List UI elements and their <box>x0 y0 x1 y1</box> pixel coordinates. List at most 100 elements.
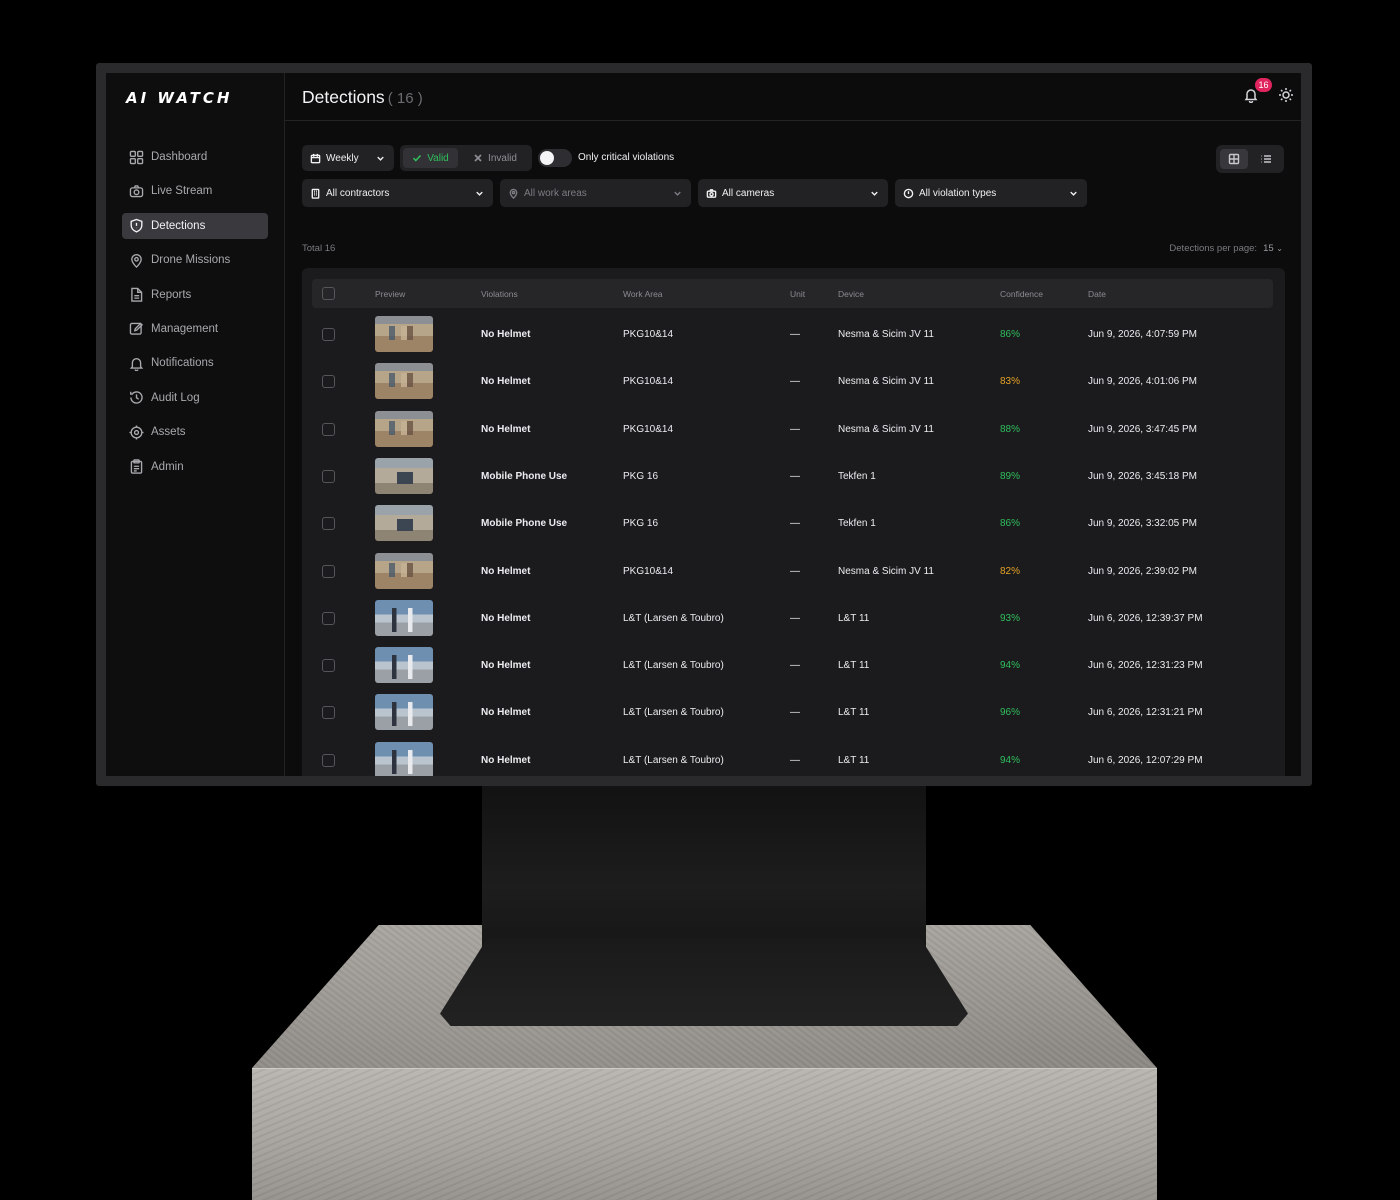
work-area-cell: L&T (Larsen & Toubro) <box>623 660 724 672</box>
detection-preview-thumbnail[interactable] <box>375 457 433 494</box>
chevron-down-icon <box>871 191 878 196</box>
confidence-cell: 93% <box>1000 612 1021 624</box>
unit-cell: — <box>790 423 800 435</box>
table-row[interactable]: No Helmet PKG10&14 — Nesma & Sicim JV 11 86%… <box>312 311 1273 358</box>
work-area-cell: L&T (Larsen & Toubro) <box>623 754 724 766</box>
device-cell: Nesma & Sicim JV 11 <box>838 565 934 577</box>
sidebar-item-reports[interactable]: Reports <box>122 282 268 308</box>
select-all-checkbox[interactable] <box>322 287 335 300</box>
row-checkbox[interactable] <box>322 611 335 625</box>
unit-cell: — <box>790 565 800 577</box>
sidebar-item-label: Audit Log <box>151 391 200 404</box>
detection-preview-thumbnail[interactable] <box>375 410 433 447</box>
device-cell: Nesma & Sicim JV 11 <box>838 423 934 435</box>
unit-cell: — <box>790 660 800 672</box>
violation-cell: No Helmet <box>481 754 531 766</box>
detection-preview-thumbnail[interactable] <box>375 552 433 589</box>
table-row[interactable]: No Helmet L&T (Larsen & Toubro) — L&T 11 94%… <box>312 737 1273 776</box>
table-row[interactable]: Mobile Phone Use PKG 16 — Tekfen 1 86% Jun 9,… <box>312 500 1273 547</box>
work-area-cell: PKG 16 <box>623 470 659 482</box>
column-header-violations[interactable]: Violations <box>481 289 518 299</box>
sidebar-item-audit-log[interactable]: Audit Log <box>122 385 268 411</box>
row-checkbox[interactable] <box>322 422 335 436</box>
critical-violations-toggle[interactable] <box>538 149 572 167</box>
app-logo[interactable]: AI WATCH <box>126 89 266 107</box>
per-page-control[interactable]: Detections per page: 15 ⌄ <box>1169 243 1283 254</box>
camera-select[interactable]: All cameras <box>698 179 888 207</box>
detection-preview-thumbnail[interactable] <box>375 694 433 731</box>
table-row[interactable]: No Helmet PKG10&14 — Nesma & Sicim JV 11 82%… <box>312 548 1273 595</box>
row-checkbox[interactable] <box>322 375 335 389</box>
violation-cell: No Helmet <box>481 423 531 435</box>
table-row[interactable]: No Helmet L&T (Larsen & Toubro) — L&T 11 94%… <box>312 642 1273 689</box>
date-cell: Jun 9, 2026, 4:01:06 PM <box>1088 376 1197 388</box>
grid-icon <box>129 150 144 165</box>
row-checkbox[interactable] <box>322 328 335 341</box>
confidence-cell: 96% <box>1000 707 1021 719</box>
sidebar-item-dashboard[interactable]: Dashboard <box>122 144 268 170</box>
detection-preview-thumbnail[interactable] <box>375 741 433 776</box>
row-checkbox[interactable] <box>322 469 335 483</box>
device-cell: Nesma & Sicim JV 11 <box>838 329 934 340</box>
column-header-confidence[interactable]: Confidence <box>1000 289 1043 299</box>
device-cell: Tekfen 1 <box>838 518 876 530</box>
date-cell: Jun 6, 2026, 12:31:23 PM <box>1088 660 1203 672</box>
detection-preview-thumbnail[interactable] <box>375 647 433 684</box>
grid-view-button[interactable] <box>1220 149 1248 169</box>
sidebar-item-notifications[interactable]: Notifications <box>122 350 268 376</box>
detection-preview-thumbnail[interactable] <box>375 505 433 542</box>
sidebar-item-label: Drone Missions <box>151 254 231 267</box>
work-area-cell: PKG10&14 <box>623 565 674 577</box>
row-checkbox[interactable] <box>322 706 335 720</box>
table-row[interactable]: No Helmet PKG10&14 — Nesma & Sicim JV 11 88%… <box>312 406 1273 453</box>
valid-filter-button[interactable]: Valid <box>403 148 458 168</box>
contractor-select-value: All contractors <box>326 187 390 199</box>
monitor-stand-base <box>440 938 968 1026</box>
notification-badge[interactable]: 16 <box>1255 78 1272 92</box>
column-header-device[interactable]: Device <box>838 289 864 299</box>
row-checkbox[interactable] <box>322 753 335 767</box>
violation-type-select-value: All violation types <box>919 187 997 199</box>
invalid-filter-button[interactable]: Invalid <box>462 148 528 168</box>
sidebar-item-label: Dashboard <box>151 151 208 163</box>
row-checkbox[interactable] <box>322 517 335 531</box>
detections-table: Preview Violations Work Area Unit Device… <box>302 268 1285 776</box>
edit-icon <box>129 321 144 336</box>
work-area-cell: PKG10&14 <box>623 329 674 340</box>
detection-preview-thumbnail[interactable] <box>375 599 433 636</box>
unit-cell: — <box>790 376 800 388</box>
detection-preview-thumbnail[interactable] <box>375 363 433 400</box>
history-icon <box>129 390 144 405</box>
violation-type-select[interactable]: All violation types <box>895 179 1087 207</box>
row-checkbox[interactable] <box>322 564 335 578</box>
sidebar-item-admin[interactable]: Admin <box>122 454 268 480</box>
page-title-count: ( 16 ) <box>387 90 423 107</box>
map-pin-icon <box>509 188 518 199</box>
violation-cell: Mobile Phone Use <box>481 470 568 482</box>
table-row[interactable]: No Helmet L&T (Larsen & Toubro) — L&T 11 93%… <box>312 595 1273 642</box>
column-header-preview[interactable]: Preview <box>375 289 405 299</box>
column-header-date[interactable]: Date <box>1088 289 1106 299</box>
sidebar-item-live-stream[interactable]: Live Stream <box>122 178 268 204</box>
table-row[interactable]: No Helmet L&T (Larsen & Toubro) — L&T 11 96%… <box>312 689 1273 736</box>
page-title: Detections( 16 ) <box>302 87 423 108</box>
sidebar-item-detections[interactable]: Detections <box>122 212 268 239</box>
row-checkbox[interactable] <box>322 659 335 673</box>
list-view-button[interactable] <box>1252 149 1280 169</box>
sidebar-item-drone-missions[interactable]: Drone Missions <box>122 247 268 273</box>
sidebar-item-label: Management <box>151 322 219 335</box>
work-area-select[interactable]: All work areas <box>500 179 691 207</box>
table-row[interactable]: Mobile Phone Use PKG 16 — Tekfen 1 89% Jun 9,… <box>312 453 1273 500</box>
contractor-select[interactable]: All contractors <box>302 179 493 207</box>
column-header-unit[interactable]: Unit <box>790 289 805 299</box>
sidebar-item-assets[interactable]: Assets <box>122 419 268 445</box>
detection-preview-thumbnail[interactable] <box>375 316 433 352</box>
table-row[interactable]: No Helmet PKG10&14 — Nesma & Sicim JV 11 83%… <box>312 358 1273 405</box>
total-count: Total 16 <box>302 243 336 254</box>
date-cell: Jun 9, 2026, 4:07:59 PM <box>1088 329 1197 340</box>
date-cell: Jun 9, 2026, 3:47:45 PM <box>1088 423 1197 435</box>
period-select[interactable]: Weekly <box>302 145 394 171</box>
column-header-work-area[interactable]: Work Area <box>623 289 663 299</box>
sidebar-item-management[interactable]: Management <box>122 316 268 342</box>
theme-toggle-icon[interactable] <box>1278 87 1294 103</box>
